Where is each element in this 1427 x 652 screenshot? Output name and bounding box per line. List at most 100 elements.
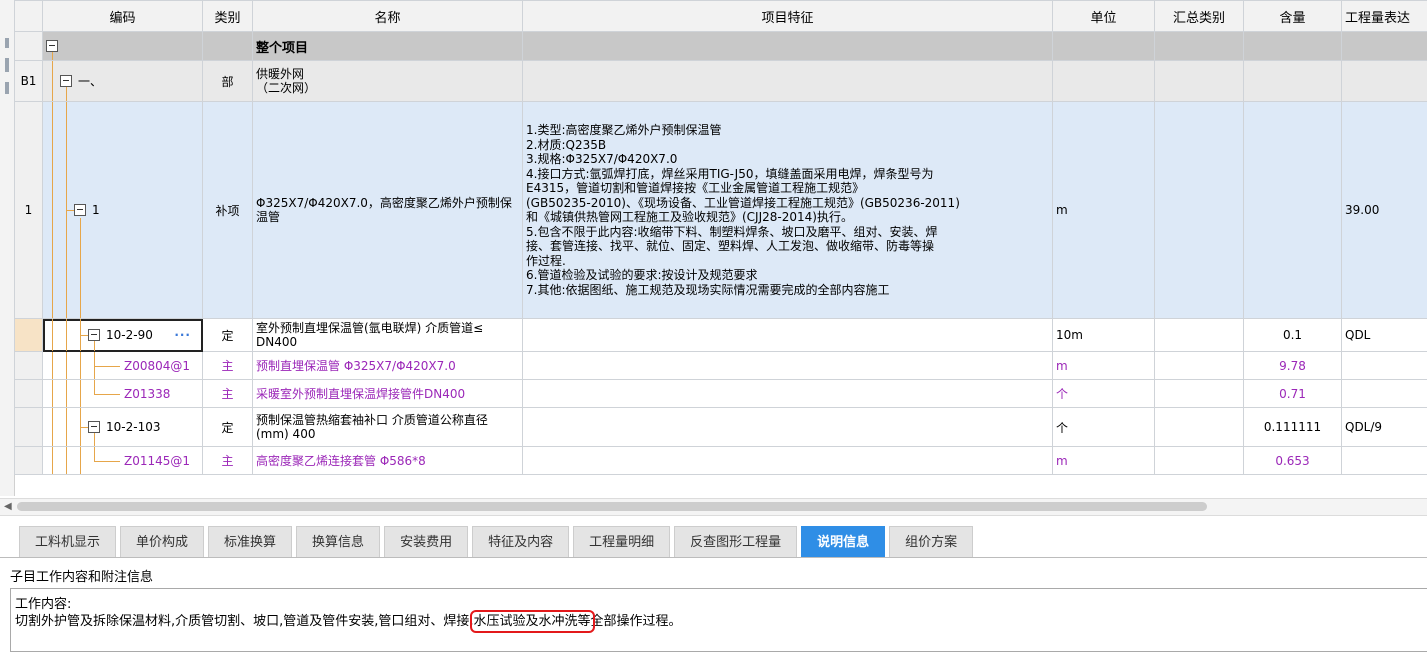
collapse-toggle-icon[interactable] xyxy=(88,329,100,341)
scroll-left-arrow-icon[interactable]: ◀ xyxy=(4,501,12,512)
code-cell[interactable]: 10-2-103 xyxy=(42,407,203,447)
summary-cell[interactable] xyxy=(1154,318,1244,352)
qty-cell[interactable]: 0.111111 xyxy=(1243,407,1342,447)
collapse-toggle-icon[interactable] xyxy=(60,75,72,87)
type-cell[interactable]: 定 xyxy=(202,318,253,352)
name-cell[interactable]: 预制直埋保温管 Φ325X7/Φ420X7.0 xyxy=(252,351,523,380)
name-cell[interactable]: 室外预制直埋保温管(氩电联焊) 介质管道≤ DN400 xyxy=(252,318,523,352)
type-cell[interactable]: 主 xyxy=(202,379,253,408)
expr-cell[interactable] xyxy=(1341,31,1427,61)
summary-cell[interactable] xyxy=(1154,101,1244,319)
tab-quantity-details[interactable]: 工程量明细 xyxy=(573,526,671,557)
type-cell[interactable] xyxy=(202,31,253,61)
unit-cell[interactable] xyxy=(1052,60,1155,102)
unit-cell[interactable]: m xyxy=(1052,351,1155,380)
expr-cell[interactable]: 39.00 xyxy=(1341,101,1427,319)
features-cell[interactable] xyxy=(522,446,1053,475)
qty-cell[interactable]: 0.71 xyxy=(1243,379,1342,408)
type-cell[interactable]: 补项 xyxy=(202,101,253,319)
tab-features-content[interactable]: 特征及内容 xyxy=(472,526,570,557)
summary-cell[interactable] xyxy=(1154,31,1244,61)
qty-cell[interactable]: 0.653 xyxy=(1243,446,1342,475)
expr-cell[interactable] xyxy=(1341,351,1427,380)
collapse-toggle-icon[interactable] xyxy=(46,40,58,52)
qty-cell[interactable]: 0.1 xyxy=(1243,318,1342,352)
name-cell[interactable]: 采暖室外预制直埋保温焊接管件DN400 xyxy=(252,379,523,408)
unit-cell[interactable] xyxy=(1052,31,1155,61)
table-row-bill-item[interactable]: 1 1 补项 Φ325X7/Φ420X7.0，高密度聚乙烯外户预制保温管 1.类… xyxy=(14,101,1427,319)
header-code[interactable]: 编码 xyxy=(42,0,203,32)
summary-cell[interactable] xyxy=(1154,351,1244,380)
features-cell[interactable] xyxy=(522,407,1053,447)
header-type[interactable]: 类别 xyxy=(202,0,253,32)
table-row-resource[interactable]: Z01145@1 主 高密度聚乙烯连接套管 Φ586*8 m 0.653 xyxy=(14,446,1427,475)
qty-cell[interactable]: 9.78 xyxy=(1243,351,1342,380)
unit-cell[interactable]: m xyxy=(1052,101,1155,319)
summary-cell[interactable] xyxy=(1154,60,1244,102)
qty-cell[interactable] xyxy=(1243,101,1342,319)
expr-cell[interactable]: QDL/9 xyxy=(1341,407,1427,447)
header-name[interactable]: 名称 xyxy=(252,0,523,32)
code-cell[interactable] xyxy=(42,31,203,61)
qty-cell[interactable] xyxy=(1243,31,1342,61)
features-cell[interactable] xyxy=(522,60,1053,102)
code-cell[interactable]: Z00804@1 xyxy=(42,351,203,380)
summary-cell[interactable] xyxy=(1154,446,1244,475)
tab-labor-material-machine[interactable]: 工料机显示 xyxy=(19,526,117,557)
tab-description-info[interactable]: 说明信息 xyxy=(801,526,886,557)
table-row-whole-project[interactable]: 整个项目 xyxy=(14,31,1427,61)
collapse-toggle-icon[interactable] xyxy=(88,421,100,433)
type-cell[interactable]: 定 xyxy=(202,407,253,447)
header-summary[interactable]: 汇总类别 xyxy=(1154,0,1244,32)
expr-cell[interactable] xyxy=(1341,60,1427,102)
header-expr[interactable]: 工程量表达 xyxy=(1341,0,1427,32)
type-cell[interactable]: 主 xyxy=(202,446,253,475)
tab-reverse-lookup[interactable]: 反查图形工程量 xyxy=(674,526,798,557)
code-cell[interactable]: 1 xyxy=(42,101,203,319)
summary-cell[interactable] xyxy=(1154,407,1244,447)
features-cell[interactable] xyxy=(522,31,1053,61)
expr-cell[interactable] xyxy=(1341,446,1427,475)
features-cell[interactable] xyxy=(522,379,1053,408)
code-cell[interactable]: 一、 xyxy=(42,60,203,102)
features-cell[interactable]: 1.类型:高密度聚乙烯外户预制保温管 2.材质:Q235B 3.规格:Φ325X… xyxy=(522,101,1053,319)
code-cell[interactable]: Z01338 xyxy=(42,379,203,408)
table-row-resource[interactable]: Z01338 主 采暖室外预制直埋保温焊接管件DN400 个 0.71 xyxy=(14,379,1427,408)
tab-pricing-scheme[interactable]: 组价方案 xyxy=(889,526,974,557)
unit-cell[interactable]: 10m xyxy=(1052,318,1155,352)
table-row-quota[interactable]: 10-2-90 ··· 定 室外预制直埋保温管(氩电联焊) 介质管道≤ DN40… xyxy=(14,318,1427,352)
header-features[interactable]: 项目特征 xyxy=(522,0,1053,32)
qty-cell[interactable] xyxy=(1243,60,1342,102)
type-cell[interactable]: 部 xyxy=(202,60,253,102)
table-row-section[interactable]: B1 一、 部 供暖外网 （二次网） xyxy=(14,60,1427,102)
name-cell[interactable]: Φ325X7/Φ420X7.0，高密度聚乙烯外户预制保温管 xyxy=(252,101,523,319)
summary-cell[interactable] xyxy=(1154,379,1244,408)
horizontal-scrollbar[interactable]: ◀ xyxy=(0,498,1427,516)
features-cell[interactable] xyxy=(522,318,1053,352)
expr-cell[interactable]: QDL xyxy=(1341,318,1427,352)
tab-standard-conversion[interactable]: 标准换算 xyxy=(208,526,293,557)
unit-cell[interactable]: 个 xyxy=(1052,407,1155,447)
scrollbar-thumb[interactable] xyxy=(17,502,1207,511)
header-qty[interactable]: 含量 xyxy=(1243,0,1342,32)
info-text-area[interactable]: 工作内容: 切割外护管及拆除保温材料,介质管切割、坡口,管道及管件安装,管口组对… xyxy=(10,588,1427,652)
header-unit[interactable]: 单位 xyxy=(1052,0,1155,32)
features-cell[interactable] xyxy=(522,351,1053,380)
unit-cell[interactable]: m xyxy=(1052,446,1155,475)
name-cell[interactable]: 预制保温管热缩套袖补口 介质管道公称直径(mm) 400 xyxy=(252,407,523,447)
tab-installation-cost[interactable]: 安装费用 xyxy=(384,526,469,557)
name-cell[interactable]: 整个项目 xyxy=(252,31,523,61)
unit-cell[interactable]: 个 xyxy=(1052,379,1155,408)
code-cell[interactable]: Z01145@1 xyxy=(42,446,203,475)
table-row-quota[interactable]: 10-2-103 定 预制保温管热缩套袖补口 介质管道公称直径(mm) 400 … xyxy=(14,407,1427,447)
tab-unit-price-composition[interactable]: 单价构成 xyxy=(120,526,205,557)
tab-conversion-info[interactable]: 换算信息 xyxy=(296,526,381,557)
table-row-resource[interactable]: Z00804@1 主 预制直埋保温管 Φ325X7/Φ420X7.0 m 9.7… xyxy=(14,351,1427,380)
more-options-icon[interactable]: ··· xyxy=(174,328,191,342)
expr-cell[interactable] xyxy=(1341,379,1427,408)
type-cell[interactable]: 主 xyxy=(202,351,253,380)
name-cell[interactable]: 高密度聚乙烯连接套管 Φ586*8 xyxy=(252,446,523,475)
name-cell[interactable]: 供暖外网 （二次网） xyxy=(252,60,523,102)
code-cell[interactable]: 10-2-90 ··· xyxy=(42,318,203,352)
collapse-toggle-icon[interactable] xyxy=(74,204,86,216)
